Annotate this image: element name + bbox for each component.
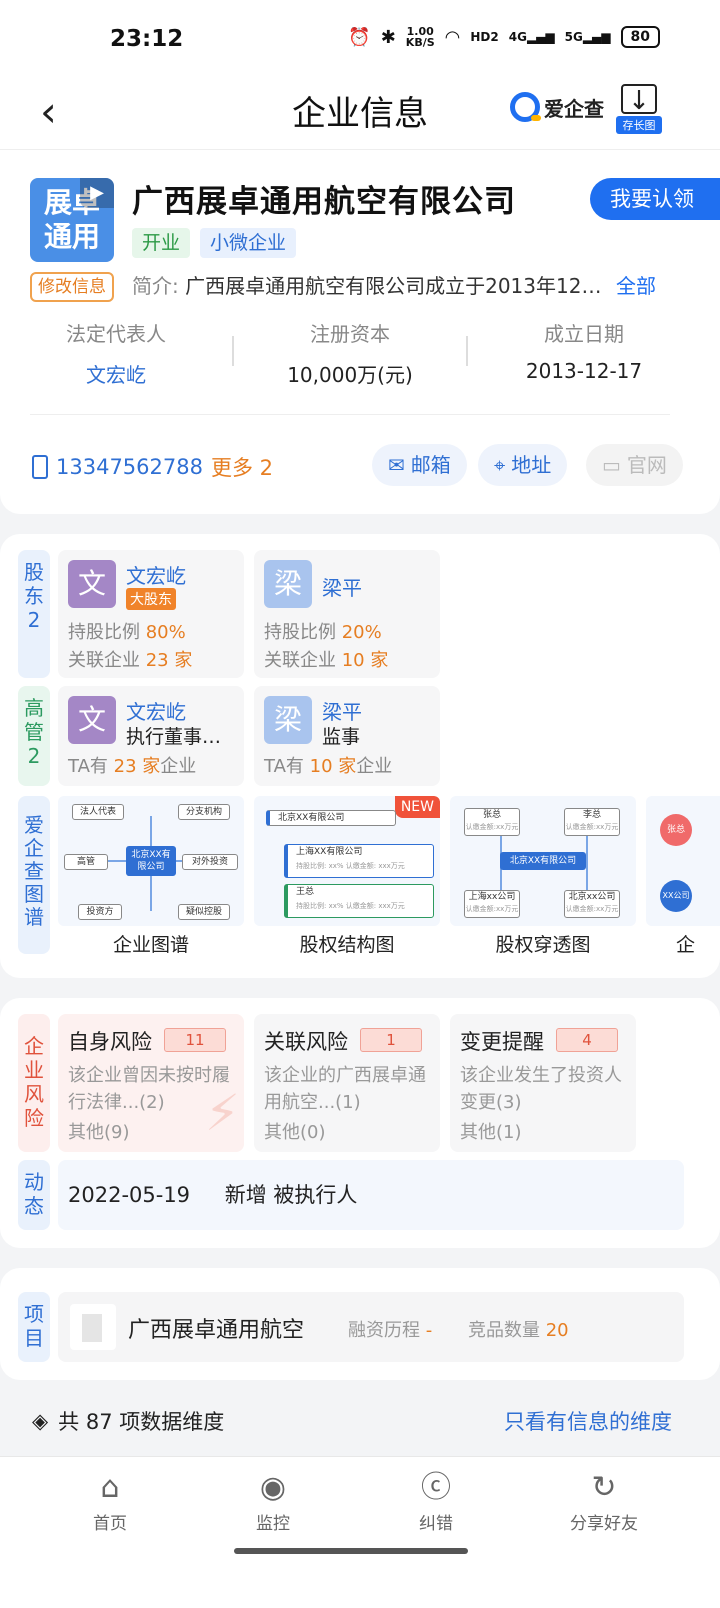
divider (30, 414, 670, 415)
tab-dynamics[interactable]: 动态 (18, 1160, 50, 1230)
alarm-icon: ⏰ (348, 26, 371, 48)
project-name: 广西展卓通用航空 (128, 1318, 305, 1343)
risk-count-badge: 4 (556, 1028, 618, 1052)
legal-rep-link[interactable]: 文宏屹 (16, 359, 216, 388)
avatar: 梁 (264, 696, 312, 744)
mail-icon: ✉ (388, 453, 405, 477)
building-icon (70, 1304, 116, 1350)
data-dimensions-bar: ◈ 共 87 项数据维度 只看有信息的维度 (0, 1390, 720, 1454)
executive-name[interactable]: 文宏屹 (126, 696, 186, 725)
brand-icon (510, 92, 541, 122)
divider (232, 336, 234, 366)
shareholder-item[interactable]: 梁 梁平 持股比例 20% 关联企业 10 家 (254, 550, 440, 678)
home-icon: ⌂ (100, 1470, 120, 1505)
stat-founded: 成立日期 2013-12-17 (525, 322, 643, 383)
project-item[interactable]: 广西展卓通用航空 融资历程 - 竞品数量 20 (58, 1292, 684, 1362)
executive-name[interactable]: 梁平 (322, 696, 362, 725)
network-speed: 1.00 KB/S (405, 25, 435, 49)
filter-dimensions-link[interactable]: 只看有信息的维度 (504, 1406, 672, 1436)
tab-home[interactable]: ⌂ 首页 (50, 1467, 170, 1534)
battery-icon: 80 (620, 26, 660, 48)
tab-graphs[interactable]: 爱企查图谱 (18, 796, 50, 954)
tab-shareholders[interactable]: 股东 2 (18, 550, 50, 678)
signal-5g-icon: 5G▂▄▆ (564, 30, 611, 44)
tab-executives[interactable]: 高管 2 (18, 686, 50, 786)
stat-legal-rep: 法定代表人 文宏屹 (16, 318, 216, 388)
scale-badge: 小微企业 (200, 228, 297, 258)
company-name: 广西展卓通用航空有限公司 (132, 184, 516, 220)
claim-button[interactable]: 我要认领 (590, 178, 720, 220)
lightning-icon: ⚡ (204, 1084, 240, 1142)
tab-share[interactable]: ↻ 分享好友 (544, 1467, 664, 1534)
status-badge: 开业 (132, 228, 191, 258)
risk-item-change[interactable]: 变更提醒 4 该企业发生了投资人变更(3) 其他(1) (450, 1014, 636, 1152)
play-icon[interactable]: ▶ (80, 178, 114, 208)
correction-icon: ⓒ (421, 1470, 451, 1505)
project-card: 项目 广西展卓通用航空 融资历程 - 竞品数量 20 (0, 1268, 720, 1380)
address-button[interactable]: ⌖ 地址 (478, 444, 568, 486)
tab-project[interactable]: 项目 (18, 1292, 50, 1362)
status-bar: 23:12 ⏰ ✱ 1.00 KB/S ◠ HD2 4G▂▄▆ 5G▂▄▆ 80 (0, 0, 720, 80)
avatar: 文 (68, 560, 116, 608)
risk-item-related[interactable]: 关联风险 1 该企业的广西展卓通用航空...(1) 其他(0) (254, 1014, 440, 1152)
home-indicator (234, 1548, 468, 1554)
shareholder-item[interactable]: 文 文宏屹 大股东 持股比例 80% 关联企业 23 家 (58, 550, 244, 678)
graph-thumb-enterprise[interactable]: 北京XX有限公司 法人代表 分支机构 高管 对外投资 投资方 疑似控股 (58, 796, 244, 926)
graph-thumb-equity-structure[interactable]: NEW 北京XX有限公司 上海XX有限公司 持股比例: xx% 认缴金额: xx… (254, 796, 440, 926)
intro-all-link[interactable]: 全部 (616, 270, 656, 299)
major-shareholder-badge: 大股东 (126, 588, 176, 610)
divider (466, 336, 468, 366)
email-button[interactable]: ✉ 邮箱 (372, 444, 467, 486)
company-intro: 简介: 广西展卓通用航空有限公司成立于2013年12月17日 (132, 274, 602, 298)
more-phones-link[interactable]: 更多 2 (211, 452, 273, 482)
dynamics-item[interactable]: 2022-05-19 新增 被执行人 (58, 1160, 684, 1230)
avatar: 梁 (264, 560, 312, 608)
executive-item[interactable]: 文 文宏屹 执行董事兼总经理 TA有 23 家企业 (58, 686, 244, 786)
graph-thumb-4[interactable]: 张总 XX公司 (646, 796, 720, 926)
brand-logo: 爱企查 (510, 92, 604, 122)
nav-bar: ‹ 企业信息 爱企查 ↓ 存长图 (0, 80, 720, 150)
save-long-image-button[interactable]: ↓ 存长图 (616, 84, 662, 134)
page-title: 企业信息 (292, 94, 428, 134)
modify-info-button[interactable]: 修改信息 (30, 272, 114, 302)
layers-icon: ◈ (32, 1409, 49, 1433)
phone-link[interactable]: 13347562788 更多 2 (32, 452, 273, 482)
avatar: 文 (68, 696, 116, 744)
wifi-icon: ◠ (444, 26, 461, 48)
hd-icon: HD2 (470, 30, 499, 44)
graph-label: 股权结构图 (299, 934, 395, 956)
graph-label: 股权穿透图 (495, 934, 591, 956)
new-badge: NEW (394, 796, 440, 818)
website-button[interactable]: ▭ 官网 (586, 444, 683, 486)
executive-item[interactable]: 梁 梁平 监事 TA有 10 家企业 (254, 686, 440, 786)
tab-correction[interactable]: ⓒ 纠错 (376, 1467, 496, 1534)
shareholder-name[interactable]: 文宏屹 (126, 560, 186, 589)
share-icon: ↻ (591, 1470, 617, 1505)
risk-count-badge: 11 (164, 1028, 226, 1052)
bluetooth-icon: ✱ (380, 26, 396, 48)
risk-card: 企业风险 自身风险 11 该企业曾因未按时履行法律...(2) 其他(9) ⚡ … (0, 998, 720, 1248)
graph-label: 企业图谱 (112, 934, 189, 956)
browser-icon: ▭ (602, 453, 621, 477)
graph-label: 企 (676, 934, 696, 956)
shareholder-name[interactable]: 梁平 (322, 572, 362, 601)
executive-role: 监事 (322, 726, 361, 748)
risk-item-self[interactable]: 自身风险 11 该企业曾因未按时履行法律...(2) 其他(9) ⚡ (58, 1014, 244, 1152)
tab-risk[interactable]: 企业风险 (18, 1014, 50, 1152)
bottom-tab-bar: ⌂ 首页 ◉ 监控 ⓒ 纠错 ↻ 分享好友 (0, 1456, 720, 1608)
phone-icon (32, 455, 48, 479)
risk-count-badge: 1 (360, 1028, 422, 1052)
eye-icon: ◉ (259, 1470, 287, 1505)
status-icons: ⏰ ✱ 1.00 KB/S ◠ HD2 4G▂▄▆ 5G▂▄▆ 80 (348, 26, 660, 48)
location-icon: ⌖ (494, 453, 506, 477)
graph-thumb-equity-penetration[interactable]: 张总 认缴金额:xx万元 李总 认缴金额:xx万元 北京XX有限公司 上海xx公司认… (450, 796, 636, 926)
stat-capital: 注册资本 10,000万(元) (287, 322, 413, 387)
tab-monitor[interactable]: ◉ 监控 (213, 1467, 333, 1534)
company-header-card: 展卓 通用 ▶ 广西展卓通用航空有限公司 我要认领 开业 小微企业 修改信息 简… (0, 150, 720, 514)
status-time: 23:12 (110, 26, 184, 52)
executive-role: 执行董事兼总经理 (126, 726, 238, 748)
shareholder-card: 股东 2 文 文宏屹 大股东 持股比例 80% 关联企业 23 家 梁 梁平 持… (0, 534, 720, 978)
download-icon: ↓ (621, 84, 657, 116)
signal-4g-icon: 4G▂▄▆ (508, 30, 555, 44)
